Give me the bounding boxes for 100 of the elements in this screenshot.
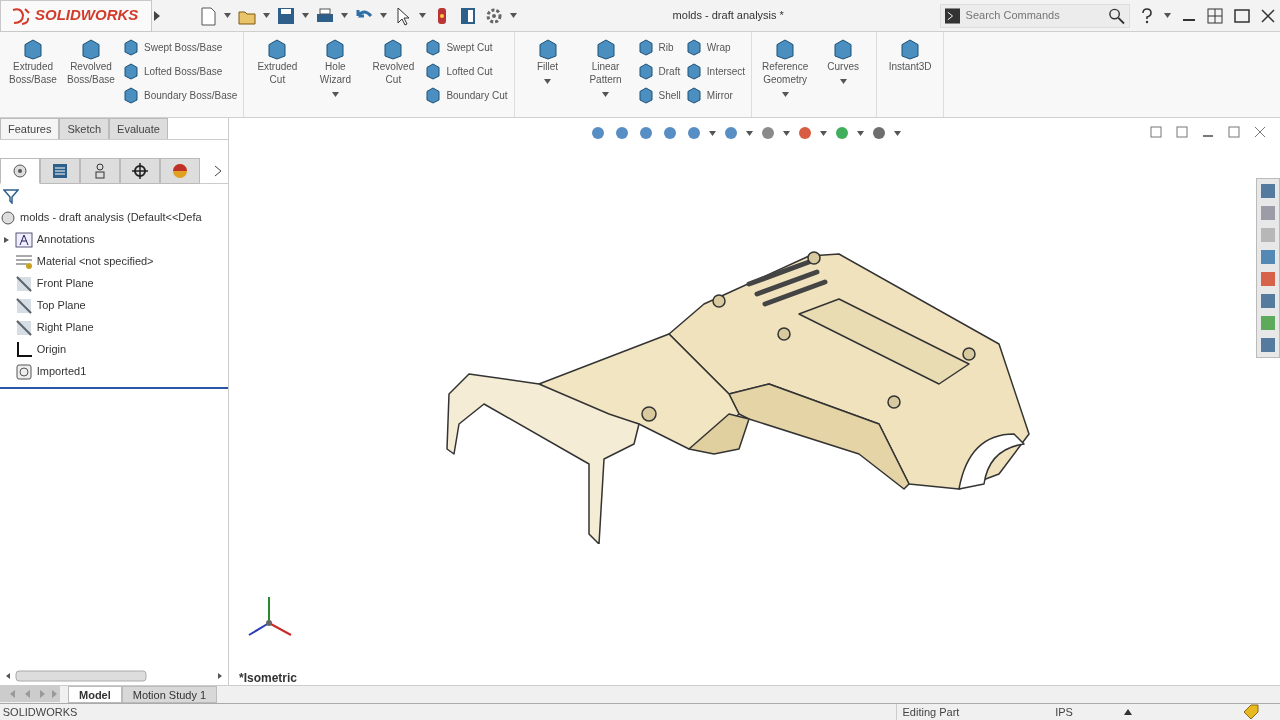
caret-icon[interactable] bbox=[820, 130, 827, 136]
tree-item[interactable]: Top Plane bbox=[0, 294, 228, 317]
caret-icon[interactable] bbox=[341, 13, 348, 18]
search-field[interactable]: Search Commands bbox=[963, 6, 1104, 25]
ribbon-button[interactable]: Intersect bbox=[684, 62, 746, 80]
ribbon-button[interactable]: Lofted Cut bbox=[424, 62, 508, 80]
block-icon[interactable] bbox=[122, 86, 140, 104]
ribbon-button[interactable]: Mirror bbox=[684, 86, 746, 104]
caret-icon[interactable] bbox=[602, 92, 610, 97]
block-icon[interactable] bbox=[536, 38, 559, 60]
caret-icon[interactable] bbox=[331, 92, 339, 97]
panel-tab[interactable] bbox=[40, 157, 80, 184]
block-icon[interactable] bbox=[636, 86, 655, 104]
command-tab[interactable]: Sketch bbox=[59, 118, 110, 139]
block-icon[interactable] bbox=[684, 86, 703, 104]
expand-arrow-icon[interactable] bbox=[152, 9, 162, 22]
command-tab[interactable]: Evaluate bbox=[109, 118, 168, 139]
ribbon-button[interactable]: Draft bbox=[636, 62, 681, 80]
ribbon-button[interactable]: Extruded Boss/Base bbox=[6, 38, 60, 117]
ribbon-button[interactable]: Boundary Cut bbox=[424, 86, 508, 104]
ribbon-button[interactable]: Fillet bbox=[520, 38, 575, 117]
crosshair-icon bbox=[131, 161, 149, 180]
caret-icon[interactable] bbox=[781, 92, 789, 97]
restore-icon[interactable] bbox=[1228, 126, 1240, 138]
command-tab[interactable]: Features bbox=[0, 118, 60, 139]
caret-icon[interactable] bbox=[746, 130, 753, 136]
ribbon-button[interactable]: Hole Wizard bbox=[308, 38, 363, 117]
caret-icon[interactable] bbox=[839, 79, 847, 84]
tile-icon[interactable] bbox=[1150, 126, 1162, 138]
block-icon[interactable] bbox=[122, 62, 140, 80]
tree-item[interactable]: molds - draft analysis (Default<<Defa bbox=[0, 206, 228, 229]
view-label: *Isometric bbox=[239, 670, 298, 687]
search-icon[interactable] bbox=[1107, 6, 1125, 25]
up-arrow-icon[interactable] bbox=[1124, 709, 1132, 715]
block-icon[interactable] bbox=[684, 62, 703, 80]
tree-item[interactable]: Material <not specified> bbox=[0, 250, 228, 273]
ribbon-button[interactable]: Revolved Boss/Base bbox=[64, 38, 118, 117]
block-icon[interactable] bbox=[832, 38, 855, 60]
close-icon[interactable] bbox=[1260, 8, 1275, 23]
block-icon[interactable] bbox=[324, 38, 347, 60]
block-icon[interactable] bbox=[382, 38, 405, 60]
caret-icon[interactable] bbox=[1163, 13, 1171, 18]
block-icon[interactable] bbox=[684, 38, 703, 56]
terminal-icon bbox=[944, 7, 960, 24]
logo-text: SOLIDWORKS bbox=[35, 5, 139, 26]
tree-item[interactable]: Front Plane bbox=[0, 272, 228, 295]
maximize-icon[interactable] bbox=[1233, 7, 1250, 24]
block-icon[interactable] bbox=[636, 62, 655, 80]
ribbon-button[interactable]: Curves bbox=[816, 38, 871, 117]
caret-icon[interactable] bbox=[302, 13, 309, 18]
caret-icon[interactable] bbox=[224, 13, 231, 18]
tree-item[interactable]: Imported1 bbox=[0, 360, 228, 383]
block-icon[interactable] bbox=[266, 38, 289, 60]
ribbon-button[interactable]: Revolved Cut bbox=[366, 38, 421, 117]
ribbon-button[interactable]: Rib bbox=[636, 38, 681, 56]
caret-icon[interactable] bbox=[857, 130, 864, 136]
ribbon-button[interactable]: Shell bbox=[636, 86, 681, 104]
block-icon[interactable] bbox=[594, 38, 617, 60]
tile-icon[interactable] bbox=[1206, 7, 1223, 24]
caret-icon[interactable] bbox=[544, 79, 552, 84]
ribbon-button[interactable]: Linear Pattern bbox=[578, 38, 633, 117]
block-icon[interactable] bbox=[122, 38, 140, 56]
document-tab[interactable]: Motion Study 1 bbox=[121, 686, 218, 703]
block-icon[interactable] bbox=[774, 38, 797, 60]
caret-icon[interactable] bbox=[783, 130, 790, 136]
save-icon[interactable] bbox=[276, 5, 296, 26]
block-icon[interactable] bbox=[424, 86, 443, 104]
ribbon-button[interactable]: Swept Cut bbox=[424, 38, 508, 56]
tree-item[interactable]: Origin bbox=[0, 338, 228, 361]
block-icon[interactable] bbox=[899, 38, 922, 60]
panel-tab[interactable] bbox=[120, 157, 160, 184]
block-icon[interactable] bbox=[424, 62, 443, 80]
block-icon[interactable] bbox=[80, 38, 102, 60]
help-icon[interactable] bbox=[1140, 7, 1153, 24]
tree-item[interactable]: Annotations bbox=[0, 228, 228, 251]
ribbon-button[interactable]: Reference Geometry bbox=[758, 38, 813, 117]
document-tab[interactable]: Model bbox=[68, 686, 122, 703]
search-box[interactable]: Search Commands bbox=[939, 3, 1130, 28]
caret-icon[interactable] bbox=[419, 13, 426, 18]
plane-icon bbox=[14, 296, 33, 315]
tree-item[interactable]: Right Plane bbox=[0, 316, 228, 339]
block-icon[interactable] bbox=[424, 38, 443, 56]
caret-icon[interactable] bbox=[709, 130, 716, 136]
block-icon[interactable] bbox=[22, 38, 44, 60]
ribbon-button[interactable]: Boundary Boss/Base bbox=[122, 86, 238, 104]
ribbon-button[interactable]: Instant3D bbox=[883, 38, 938, 117]
caret-icon[interactable] bbox=[894, 130, 901, 136]
block-icon[interactable] bbox=[636, 38, 655, 56]
ribbon-button[interactable]: Wrap bbox=[684, 38, 746, 56]
ribbon-button[interactable]: Lofted Boss/Base bbox=[122, 62, 238, 80]
caret-icon[interactable] bbox=[263, 13, 270, 18]
chevron-right-icon[interactable] bbox=[214, 164, 222, 177]
restore-icon[interactable] bbox=[1176, 126, 1188, 138]
expand-arrow-icon[interactable] bbox=[2, 235, 11, 244]
ribbon-button[interactable]: Extruded Cut bbox=[250, 38, 305, 117]
filter-icon[interactable] bbox=[2, 187, 19, 204]
ribbon-button[interactable]: Swept Boss/Base bbox=[122, 38, 238, 56]
caret-icon[interactable] bbox=[380, 13, 387, 18]
caret-icon[interactable] bbox=[510, 13, 517, 18]
units-selector[interactable]: IPS bbox=[1004, 703, 1124, 720]
